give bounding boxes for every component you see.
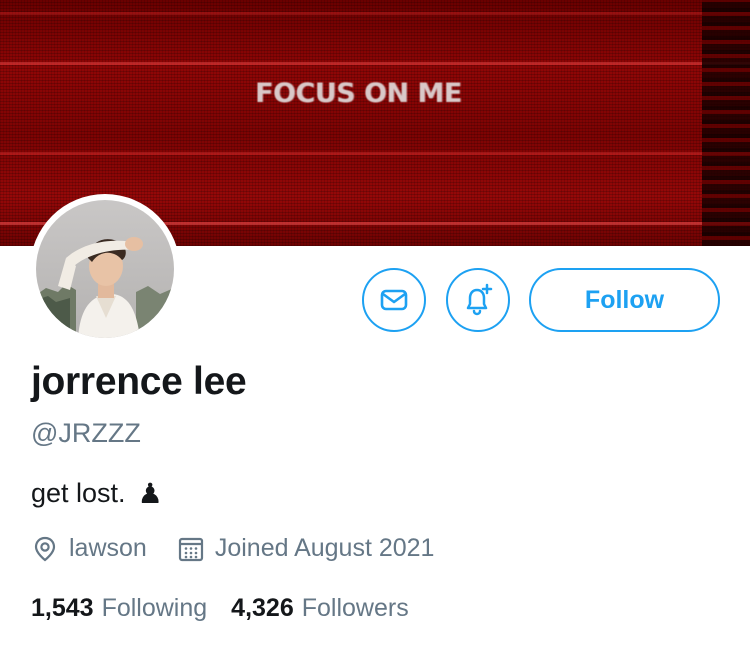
banner-streak: [0, 62, 750, 65]
calendar-icon: [178, 537, 203, 561]
following-link[interactable]: 1,543 Following: [31, 594, 207, 623]
banner-glitch-edge: [702, 0, 750, 246]
notifications-button[interactable]: [446, 268, 510, 332]
profile-name: jorrence lee: [31, 360, 247, 403]
profile-bio: get lost. ♟: [31, 478, 163, 509]
chess-pawn-icon: ♟: [137, 477, 163, 509]
following-label: Following: [101, 594, 208, 622]
banner-streak: [0, 12, 750, 15]
followers-link[interactable]: 4,326 Followers: [231, 594, 409, 623]
joined-text: Joined August 2021: [214, 534, 435, 562]
banner-streak: [0, 152, 750, 155]
banner-text: FOCUS ON ME: [255, 78, 462, 109]
bell-plus-icon: [466, 283, 493, 316]
location-text: lawson: [69, 534, 147, 562]
profile-meta: lawson Joined August 2021: [31, 534, 434, 563]
avatar-photo: [36, 200, 174, 338]
followers-count: 4,326: [231, 594, 294, 622]
follow-button[interactable]: Follow: [529, 268, 720, 332]
followers-label: Followers: [301, 594, 409, 622]
following-count: 1,543: [31, 594, 94, 622]
location-item: lawson: [31, 534, 147, 563]
profile-handle: @JRZZZ: [31, 418, 141, 448]
location-pin-icon: [34, 536, 56, 561]
bio-text: get lost.: [31, 478, 126, 508]
envelope-icon: [380, 289, 408, 311]
joined-item: Joined August 2021: [177, 534, 435, 563]
profile-stats: 1,543 Following 4,326 Followers: [31, 594, 409, 623]
message-button[interactable]: [362, 268, 426, 332]
avatar[interactable]: [30, 194, 180, 344]
